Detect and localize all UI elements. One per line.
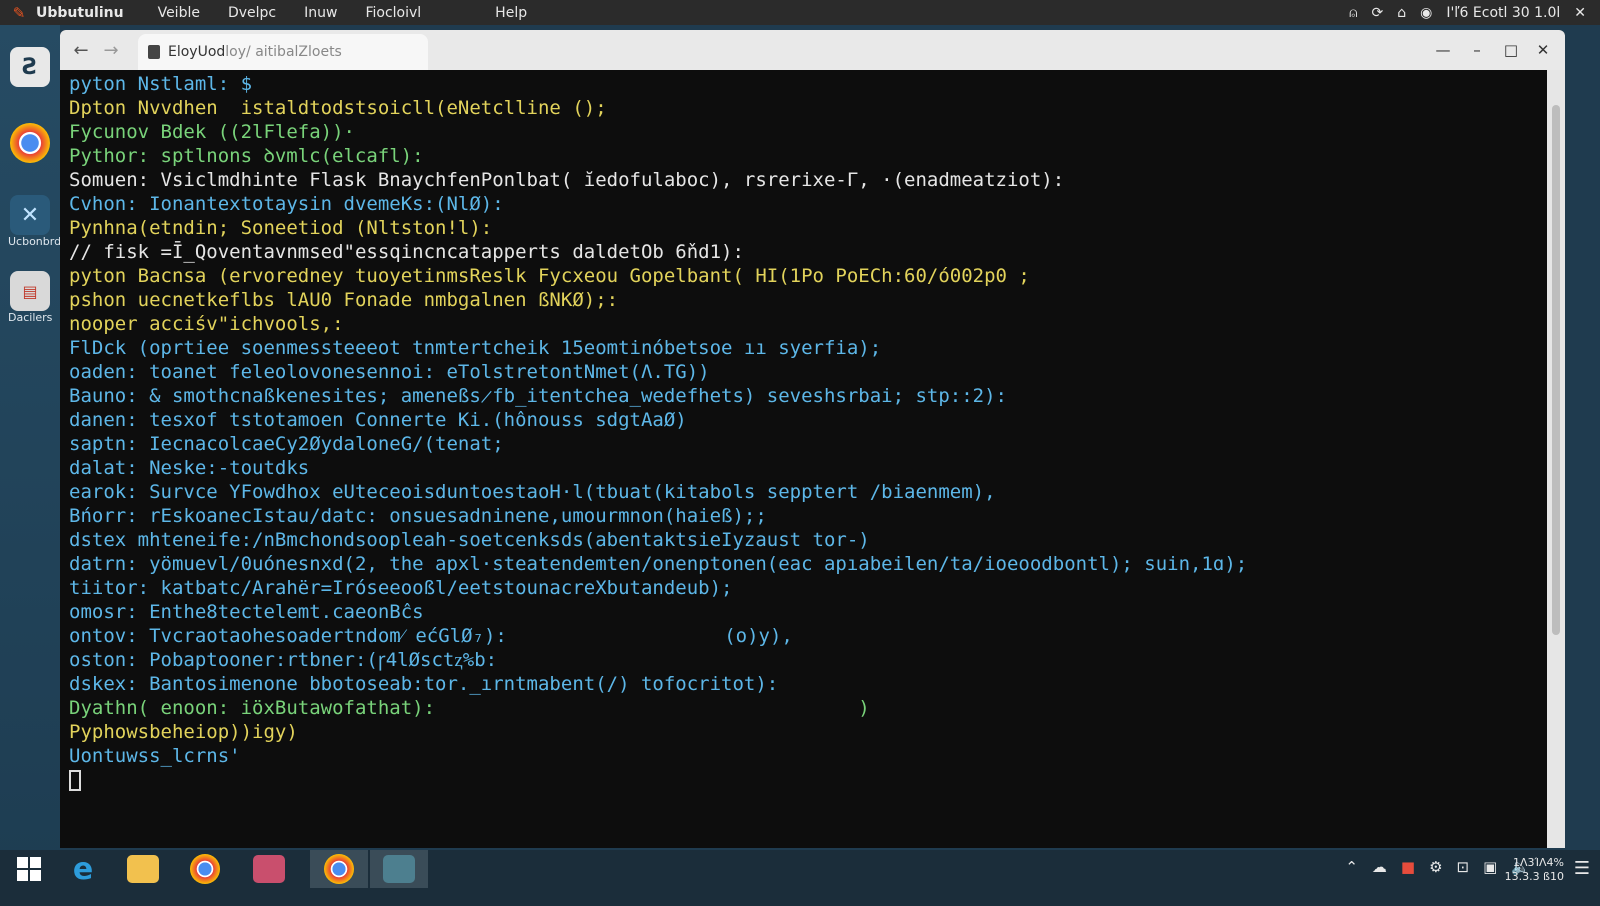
browser-tab[interactable]: EloyUod loy/ aitibalZloets [138,34,428,70]
scrollbar-thumb[interactable] [1552,105,1560,635]
tab-path: loy/ aitibalZloets [225,44,342,60]
menu-item-dvelpc[interactable]: Dvelpc [228,5,276,21]
terminal-line: Bńorr: rEskoanecIstau/datc: onsuesadnine… [69,505,767,527]
edge-icon: e [72,851,94,887]
chrome-icon [10,123,50,163]
chrome-icon [190,854,220,884]
menu-item-fiocloivl[interactable]: Fiocloivl [365,5,421,21]
tab-overflow-icon[interactable]: — [1426,30,1460,70]
clock-date: 13.3.3 ß10 [1504,870,1564,883]
browser-window: ← → EloyUod loy/ aitibalZloets — – □ ✕ p… [60,30,1565,848]
settings-icon[interactable]: ⚙ [1429,858,1442,876]
taskbar-file-explorer[interactable] [114,850,172,888]
chrome-icon [324,854,354,884]
taskbar-chrome[interactable] [176,850,234,888]
file-explorer-icon [127,855,159,883]
terminal-line: Somuen: Vsiclmdhinte Flask BnaychfenPonl… [69,169,1065,191]
terminal-line: FlDck (oprtiee soenmessteeeot tnmtertche… [69,337,882,359]
dock-item-label: Ucbonbrd [8,235,62,248]
terminal-line: Dyathn( enoon: iöxButawofathat): ) [69,697,870,719]
globe-icon[interactable]: ◉ [1420,5,1432,21]
terminal-prompt[interactable] [69,768,1547,792]
taskbar-edge[interactable]: e [54,850,112,888]
files-icon [253,855,285,883]
terminal-line: saptn: IecnacolcaeCy2ØydaloneG/(tenat; [69,433,504,455]
maximize-button[interactable]: □ [1494,30,1528,70]
text-cursor [69,770,81,791]
terminal-output[interactable]: pyton Nstlaml: $ Dpton Nvvdhen istaldtod… [60,70,1547,848]
top-menubar: ✎ Ubbutulinu Veible Dvelpc Inuw Fiocloiv… [0,0,1600,25]
start-button[interactable] [0,850,58,888]
terminal-line: Uontuwss_lcrns' [69,745,253,767]
folder-icon: ▤ [10,271,50,311]
top-tray: ⍝ ⟳ ⌂ ◉ I'ľ6 Ecotl 30 1.0l ✕ [1349,0,1600,25]
terminal-line: datrn: yömuevl/0uónesnxd(2, the apxl·ste… [69,553,1248,575]
terminal-line: dalat: Neske:-toutdks [69,457,310,479]
vscode-icon: ✕ [10,195,50,235]
terminal-line: oston: Pobaptooner:rtbner:(ꞅ4lØsctⱬ%b: [69,649,498,671]
browser-titlebar: ← → EloyUod loy/ aitibalZloets — – □ ✕ [60,30,1565,70]
dock-item-vscode[interactable]: ✕ Ucbonbrd [8,195,62,248]
menu-item-inuw[interactable]: Inuw [304,5,337,21]
tab-title: EloyUod [168,44,226,60]
terminal-line: danen: tesxof tstotamoen Connerte Ki.(hô… [69,409,687,431]
terminal-line: Pythor: sptlnons ꝺvmlc(elcafl): [69,145,424,167]
terminal-line: Pyphowsbeheiop))igy) [69,721,298,743]
windows-start-icon [17,857,41,881]
dock-item-terminal[interactable]: Ƨ [8,47,52,87]
terminal-line: nooper acciśv"ichvools,: [69,313,344,335]
close-window-button[interactable]: ✕ [1526,30,1560,70]
menu-item-veible[interactable]: Veible [158,5,200,21]
terminal-line: pshon uecnetkeflbs lAU0 Fonade nmbgalnen… [69,289,619,311]
scrollbar[interactable] [1547,70,1565,848]
taskbar-clock[interactable]: 1Ʌ3ΊΛ4% 13.3.3 ß10 [1505,856,1564,884]
lock-icon [148,45,160,59]
display-icon[interactable]: ⊡ [1457,858,1470,876]
taskbar-chrome-active[interactable] [310,850,368,888]
taskbar-files[interactable] [240,850,298,888]
terminal-line: ontov: Tvcraotaohesoadertndom⁄ ećGlØ₇): … [69,625,793,647]
terminal-line: pyton Nstlaml: $ [69,73,264,95]
taskbar-browser[interactable] [370,850,428,888]
network-icon[interactable]: ▣ [1483,858,1497,876]
terminal-line: omosr: Enthe8tectelemt.caeonBĉs [69,601,424,623]
notification-icon[interactable]: ☰ [1574,858,1590,879]
terminal-line: Bauno: & smothcnaßkenesites; ameneßs̷fb_… [69,385,1007,407]
system-tray: ⌃ ☁ ■ ⚙ ⊡ ▣ 🔈 [1331,858,1530,876]
home-icon[interactable]: ⌂ [1397,5,1406,21]
terminal-line: dstex mhteneife:/nBmchondsoopleah-soetce… [69,529,870,551]
terminal-line: dskex: Bantosimenone bbotoseab:tor._ırnt… [69,673,802,695]
terminal-line: tiitor: katbatc/Arahër=Iróseeooßl/eetsto… [69,577,733,599]
forward-button[interactable]: → [100,39,122,61]
clock-time: 1Ʌ3ΊΛ4% [1513,856,1564,869]
sync-icon[interactable]: ⟳ [1371,5,1383,21]
terminal-line: // fisk =Ī_Qoventavnmsed"essqincncatappe… [69,241,744,263]
terminal-line: Cvhon: Ionantextotaysin dvemeKs:(NlØ): [69,193,504,215]
browser-icon [383,855,415,883]
dock: Ƨ ✕ Ucbonbrd ▤ Dacilers [0,25,62,867]
dock-item-chrome[interactable] [8,123,52,163]
alert-icon[interactable]: ⍝ [1349,5,1357,21]
chevron-up-icon[interactable]: ⌃ [1345,858,1358,876]
minimize-button[interactable]: – [1460,30,1494,70]
terminal-line: Dpton Nvvdhen istaldtodstsoicll(eNetclli… [69,97,607,119]
terminal-line: Pynhna(etndin; Soneetiod (Nltston!l): [69,217,493,239]
terminal-line: pyton Bacnsa (ervoredney tuoyetinmsReslk… [69,265,1030,287]
dock-item-label: Dacilers [8,311,53,324]
app-name[interactable]: Ubbutulinu [36,5,124,21]
top-clock[interactable]: I'ľ6 Ecotl 30 1.0l [1446,5,1560,21]
menu-item-help[interactable]: Help [495,5,527,21]
taskbar: e ⌃ ☁ ■ ⚙ ⊡ ▣ 🔈 1Ʌ3ΊΛ4% 13.3.3 ß10 ☰ [0,850,1600,906]
terminal-line: oaden: toanet feleolovonesennoi: eTolstr… [69,361,710,383]
cloud-icon[interactable]: ☁ [1372,858,1387,876]
security-icon[interactable]: ■ [1401,858,1415,876]
app-logo-icon[interactable]: ✎ [10,4,28,22]
terminal-icon: Ƨ [10,47,50,87]
dock-item-folder[interactable]: ▤ Dacilers [8,271,52,324]
terminal-line: earok: Survce YFowdhox eUteceoisduntoest… [69,481,996,503]
close-icon[interactable]: ✕ [1574,5,1586,21]
terminal-line: Fycunov Bdek ((2lFlefa))· [69,121,355,143]
back-button[interactable]: ← [70,39,92,61]
